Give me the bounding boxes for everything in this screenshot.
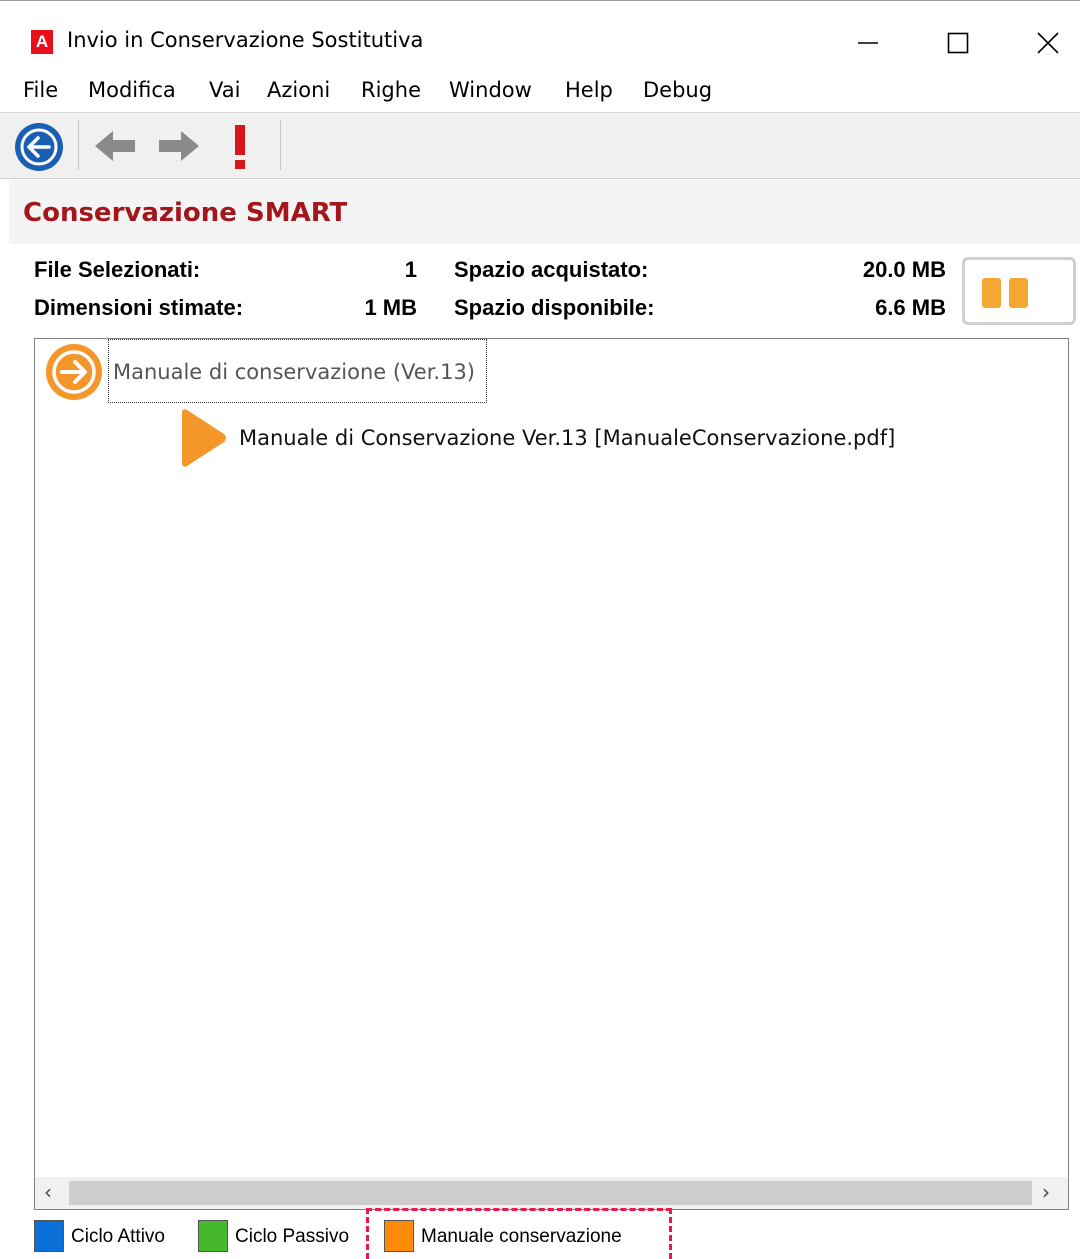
back-button[interactable] <box>14 122 64 172</box>
section-header: Conservazione SMART <box>9 180 1080 244</box>
space-purchased-label: Spazio acquistato: <box>454 257 649 282</box>
arrow-right-icon <box>159 131 199 161</box>
tree-root-label[interactable]: Manuale di conservazione (Ver.13) <box>108 339 487 403</box>
pause-button[interactable] <box>962 257 1076 325</box>
space-available-value: 6.6 MB <box>875 295 946 320</box>
files-selected-value: 1 <box>404 257 417 282</box>
title-bar: A Invio in Conservazione Sostitutiva <box>0 0 1080 71</box>
menu-vai[interactable]: Vai <box>209 78 240 102</box>
maximize-icon <box>947 32 969 54</box>
pause-icon <box>982 278 1001 308</box>
child-node-icon <box>176 407 228 469</box>
tree-panel: Manuale di conservazione (Ver.13) Manual… <box>34 338 1069 1210</box>
app-icon: A <box>31 30 53 54</box>
root-node-icon[interactable] <box>45 343 103 401</box>
close-button[interactable] <box>1023 23 1073 63</box>
space-available-label: Spazio disponibile: <box>454 295 655 320</box>
menu-bar: File Modifica Vai Azioni Righe Window He… <box>0 70 1080 113</box>
menu-file[interactable]: File <box>23 78 58 102</box>
next-button[interactable] <box>155 128 201 164</box>
previous-button[interactable] <box>93 128 139 164</box>
legend-label-ciclo-passivo: Ciclo Passivo <box>235 1226 350 1247</box>
menu-debug[interactable]: Debug <box>643 78 712 102</box>
legend-swatch-ciclo-attivo <box>34 1220 64 1252</box>
estimated-size-value: 1 MB <box>364 295 417 320</box>
minimize-button[interactable] <box>843 23 893 63</box>
maximize-button[interactable] <box>933 23 983 63</box>
arrow-left-icon <box>95 131 135 161</box>
minimize-icon <box>858 42 878 44</box>
toolbar <box>0 113 1080 179</box>
menu-window[interactable]: Window <box>449 78 532 102</box>
scrollbar-thumb[interactable] <box>69 1181 1032 1205</box>
files-selected-label: File Selezionati: <box>34 257 201 282</box>
window-title: Invio in Conservazione Sostitutiva <box>67 28 424 52</box>
menu-modifica[interactable]: Modifica <box>88 78 176 102</box>
back-circle-icon <box>15 123 63 171</box>
scroll-left-icon[interactable]: ‹ <box>44 1180 52 1204</box>
space-purchased-value: 20.0 MB <box>862 257 946 282</box>
orange-play-icon <box>182 409 226 467</box>
legend-swatch-ciclo-passivo <box>198 1220 228 1252</box>
alert-button[interactable] <box>228 123 254 171</box>
close-icon <box>1037 32 1059 54</box>
estimated-size-label: Dimensioni stimate: <box>34 295 244 320</box>
pause-icon <box>1009 278 1028 308</box>
menu-help[interactable]: Help <box>565 78 613 102</box>
scroll-right-icon[interactable]: › <box>1042 1180 1050 1204</box>
menu-azioni[interactable]: Azioni <box>267 78 330 102</box>
orange-arrow-circle-icon <box>46 344 102 400</box>
exclamation-icon <box>235 125 245 169</box>
menu-righe[interactable]: Righe <box>361 78 421 102</box>
tree-child-label[interactable]: Manuale di Conservazione Ver.13 [Manuale… <box>239 426 895 450</box>
toolbar-separator <box>280 120 281 170</box>
legend-highlight-box <box>366 1208 672 1259</box>
page-title: Conservazione SMART <box>23 198 348 228</box>
legend-label-ciclo-attivo: Ciclo Attivo <box>71 1226 165 1247</box>
toolbar-separator <box>78 120 79 170</box>
horizontal-scrollbar[interactable]: ‹ › <box>35 1177 1068 1209</box>
